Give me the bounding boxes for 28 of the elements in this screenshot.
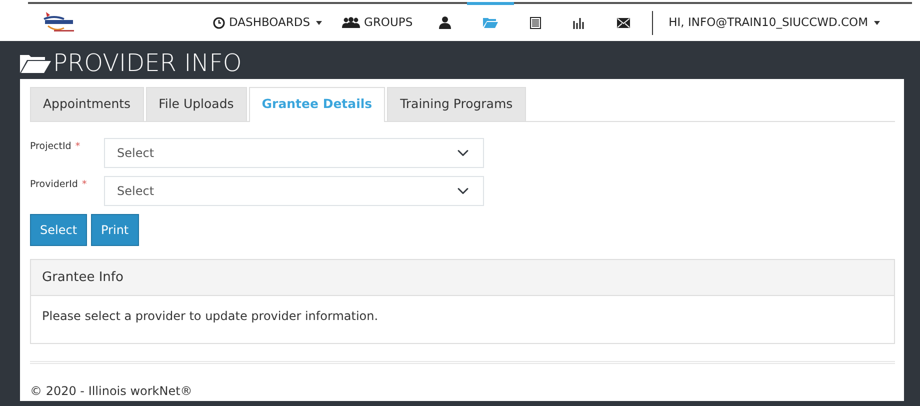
tab[interactable]: Appointments [30,87,144,121]
select-field[interactable]: Select [104,138,484,168]
field-label: ProjectId [30,140,72,154]
caret-icon [316,20,322,24]
clock-icon [213,16,225,28]
caret-icon [874,20,880,24]
bar-chart-icon [572,16,585,28]
nav-menu-item[interactable]: DASHBOARDS [203,4,332,41]
envelope-icon [616,18,630,28]
page-title: PROVIDER INFO [53,48,242,79]
folder-icon [19,52,51,74]
required-marker: * [75,140,80,154]
nav-menu-item[interactable]: GROUPS [332,4,423,41]
select-field[interactable]: Select [104,176,484,206]
required-marker: * [82,178,87,192]
panel-message: Please select a provider to update provider information. [41,308,380,326]
user-menu[interactable]: HI, INFO@TRAIN10_SIUCCWD.COM [658,4,890,41]
footer-copyright: © 2020 - Illinois workNet® [30,383,194,400]
panel-heading: Grantee Info [31,260,894,296]
field-label: ProviderId [30,178,78,192]
person-icon [438,16,451,29]
document-icon [530,16,541,28]
tab[interactable]: Training Programs [387,87,526,121]
users-icon [342,16,360,28]
tab[interactable]: File Uploads [146,87,247,121]
folder-icon [482,17,498,28]
action-button[interactable]: Print [91,214,139,246]
action-button[interactable]: Select [30,214,88,246]
